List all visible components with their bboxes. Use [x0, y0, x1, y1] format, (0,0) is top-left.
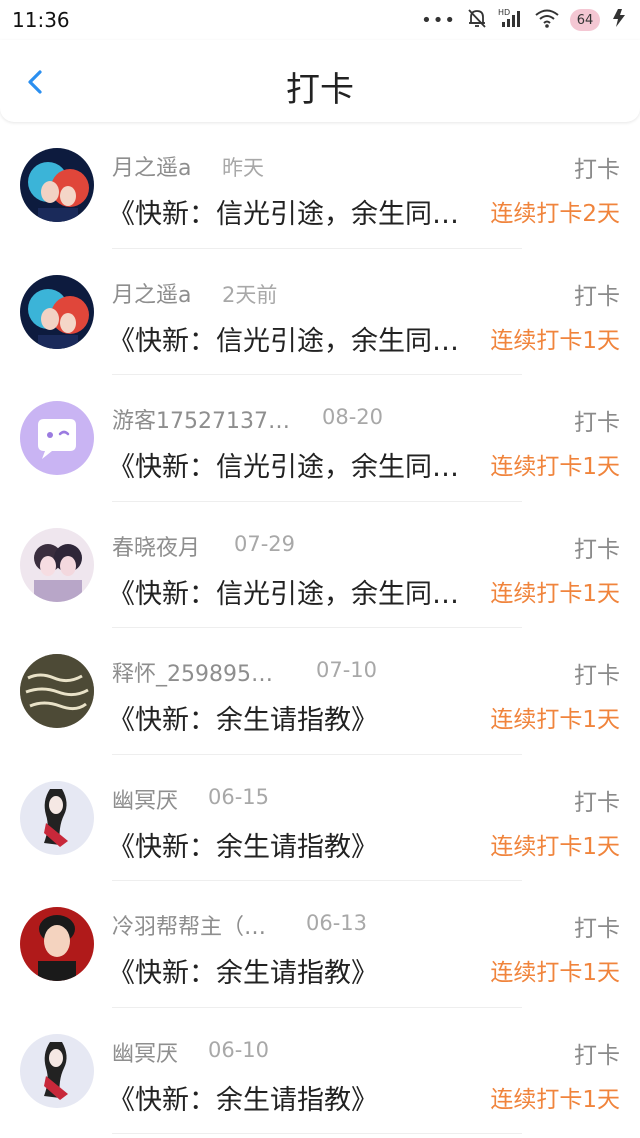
checkin-time: 07-29	[234, 531, 296, 556]
user-avatar[interactable]	[20, 401, 94, 475]
book-title[interactable]: 《快新：信光引途，余生同…	[108, 445, 459, 484]
streak-label: 连续打卡1天	[490, 960, 620, 986]
user-name[interactable]: 幽冥厌	[112, 1036, 178, 1068]
svg-text:HD: HD	[498, 8, 510, 17]
book-title[interactable]: 《快新：信光引途，余生同…	[108, 192, 459, 231]
user-avatar[interactable]	[20, 1033, 94, 1108]
streak-label: 连续打卡1天	[490, 707, 620, 733]
book-title[interactable]: 《快新：余生请指教》	[108, 698, 378, 737]
checkin-item[interactable]: 释怀_259895… 07-10 打卡 《快新：余生请指教》 连续打卡1天	[0, 628, 640, 755]
user-avatar[interactable]	[20, 527, 94, 602]
action-label: 打卡	[574, 1042, 620, 1069]
action-label: 打卡	[574, 789, 620, 816]
book-title[interactable]: 《快新：余生请指教》	[108, 951, 378, 990]
user-name[interactable]: 春晓夜月	[112, 530, 200, 562]
checkin-item[interactable]: 幽冥厌 06-15 打卡 《快新：余生请指教》 连续打卡1天	[0, 755, 640, 882]
checkin-time: 07-10	[316, 658, 378, 682]
page-title: 打卡	[286, 70, 354, 110]
user-avatar[interactable]	[20, 654, 94, 728]
book-title[interactable]: 《快新：信光引途，余生同…	[108, 319, 459, 358]
streak-label: 连续打卡1天	[490, 454, 620, 480]
action-label: 打卡	[574, 663, 620, 689]
action-label: 打卡	[574, 536, 620, 563]
wifi-icon	[534, 7, 560, 33]
app-header: 打卡	[0, 40, 640, 122]
streak-label: 连续打卡1天	[490, 580, 620, 607]
action-label: 打卡	[574, 157, 620, 183]
user-name[interactable]: 游客17527137…	[112, 403, 290, 435]
user-avatar[interactable]	[20, 148, 94, 222]
user-name[interactable]: 冷羽帮帮主（…	[112, 909, 266, 941]
checkin-item[interactable]: 游客17527137… 08-20 打卡 《快新：信光引途，余生同… 连续打卡1…	[0, 375, 640, 502]
user-name[interactable]: 月之遥a	[112, 150, 191, 182]
battery-icon: 64	[570, 9, 600, 31]
streak-label: 连续打卡1天	[490, 1086, 620, 1113]
user-avatar[interactable]	[20, 780, 94, 855]
user-avatar[interactable]	[20, 907, 94, 981]
checkin-item[interactable]: 月之遥a 2天前 打卡 《快新：信光引途，余生同… 连续打卡1天	[0, 249, 640, 376]
charging-icon	[610, 7, 628, 33]
checkin-item[interactable]: 幽冥厌 06-10 打卡 《快新：余生请指教》 连续打卡1天	[0, 1008, 640, 1135]
user-name[interactable]: 释怀_259895…	[112, 656, 273, 688]
checkin-item[interactable]: 月之遥a 昨天 打卡 《快新：信光引途，余生同… 连续打卡2天	[0, 122, 640, 249]
streak-label: 连续打卡1天	[490, 327, 620, 354]
book-title[interactable]: 《快新：信光引途，余生同…	[108, 572, 459, 611]
checkin-time: 08-20	[322, 405, 384, 429]
hd-signal-icon: HD	[498, 7, 524, 33]
status-bar: 11:36 ••• HD 64	[0, 0, 640, 40]
checkin-item[interactable]: 冷羽帮帮主（… 06-13 打卡 《快新：余生请指教》 连续打卡1天	[0, 881, 640, 1008]
user-name[interactable]: 月之遥a	[112, 277, 191, 309]
book-title[interactable]: 《快新：余生请指教》	[108, 825, 378, 864]
streak-label: 连续打卡1天	[490, 833, 620, 860]
status-icons: ••• HD 64	[421, 7, 628, 33]
checkin-time: 昨天	[222, 156, 264, 180]
streak-label: 连续打卡2天	[490, 201, 620, 227]
checkin-time: 2天前	[222, 282, 278, 307]
action-label: 打卡	[574, 916, 620, 942]
user-name[interactable]: 幽冥厌	[112, 783, 178, 815]
book-title[interactable]: 《快新：余生请指教》	[108, 1078, 378, 1117]
user-avatar[interactable]	[20, 274, 94, 349]
checkin-time: 06-13	[306, 911, 368, 935]
checkin-time: 06-15	[208, 784, 270, 809]
checkin-list: 月之遥a 昨天 打卡 《快新：信光引途，余生同… 连续打卡2天 月之遥a 2天前…	[0, 122, 640, 1134]
status-time: 11:36	[12, 8, 70, 32]
checkin-time: 06-10	[208, 1037, 270, 1062]
checkin-item[interactable]: 春晓夜月 07-29 打卡 《快新：信光引途，余生同… 连续打卡1天	[0, 502, 640, 629]
action-label: 打卡	[574, 283, 620, 310]
bell-off-icon	[466, 7, 488, 33]
action-label: 打卡	[574, 410, 620, 436]
more-dots-icon: •••	[421, 9, 456, 31]
